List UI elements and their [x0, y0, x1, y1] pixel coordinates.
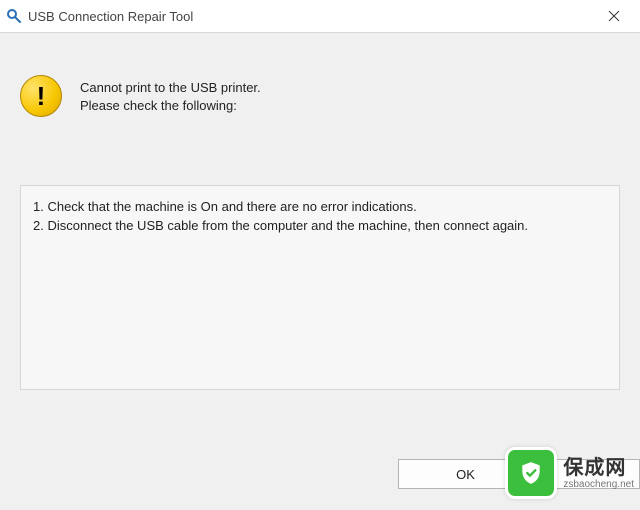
app-icon — [6, 8, 22, 24]
client-area: ! Cannot print to the USB printer. Pleas… — [0, 33, 640, 510]
warning-icon: ! — [20, 75, 62, 117]
instruction-step-2: 2. Disconnect the USB cable from the com… — [33, 217, 607, 236]
message-line-1: Cannot print to the USB printer. — [80, 79, 261, 97]
close-button[interactable] — [594, 0, 634, 32]
message-area: ! Cannot print to the USB printer. Pleas… — [20, 75, 620, 117]
instruction-step-1: 1. Check that the machine is On and ther… — [33, 198, 607, 217]
dialog-window: USB Connection Repair Tool ! Cannot prin… — [0, 0, 640, 510]
button-row: OK — [398, 459, 640, 489]
window-title: USB Connection Repair Tool — [28, 9, 594, 24]
titlebar: USB Connection Repair Tool — [0, 0, 640, 33]
message-text: Cannot print to the USB printer. Please … — [80, 75, 261, 114]
ok-button[interactable]: OK — [398, 459, 533, 489]
instructions-box: 1. Check that the machine is On and ther… — [20, 185, 620, 390]
message-line-2: Please check the following: — [80, 97, 261, 115]
secondary-button[interactable] — [545, 459, 640, 489]
